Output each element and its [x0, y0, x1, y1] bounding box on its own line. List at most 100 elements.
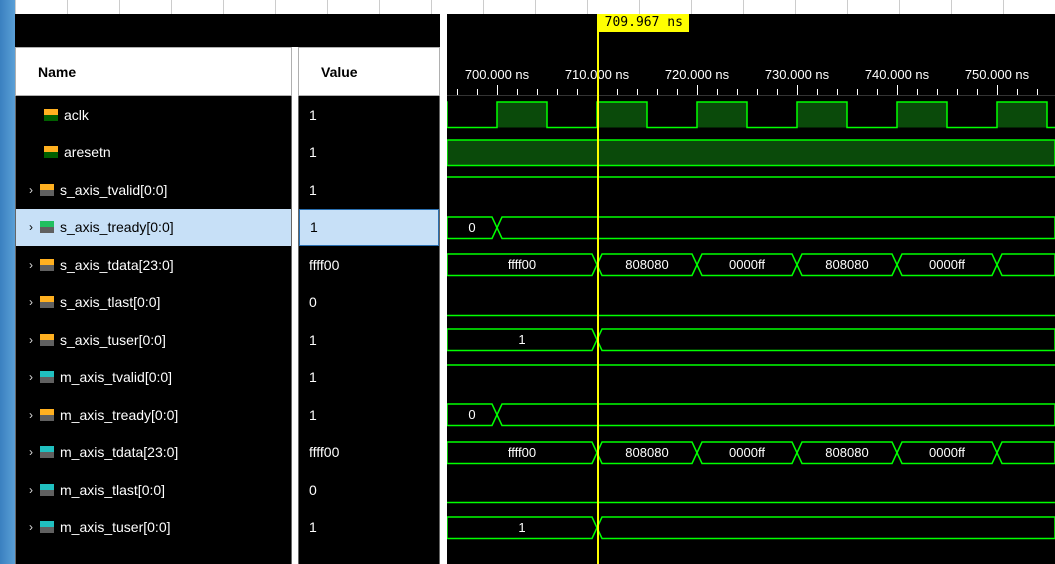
clock-icon: [44, 109, 58, 121]
expand-icon[interactable]: ›: [24, 483, 38, 497]
signal-row[interactable]: aresetn: [16, 134, 291, 172]
expand-icon[interactable]: ›: [24, 520, 38, 534]
signal-row[interactable]: › m_axis_tvalid[0:0]: [16, 359, 291, 397]
waveform-row[interactable]: [447, 171, 1055, 209]
signal-value-cell[interactable]: 1: [299, 96, 439, 134]
signal-name-label: m_axis_tuser[0:0]: [60, 519, 171, 535]
bus-cyan-icon: [40, 484, 54, 496]
signal-value-label: 1: [309, 107, 317, 123]
signal-name-label: aclk: [64, 107, 89, 123]
top-black-bar-left: [15, 14, 440, 47]
signal-name-label: m_axis_tvalid[0:0]: [60, 369, 172, 385]
expand-icon[interactable]: ›: [24, 295, 38, 309]
signal-value-label: 1: [310, 219, 318, 235]
time-cursor[interactable]: [597, 14, 599, 564]
column-header-name[interactable]: Name: [15, 47, 292, 96]
expand-icon[interactable]: ›: [24, 370, 38, 384]
signal-value-cell[interactable]: 1: [299, 359, 439, 397]
waveform-rows: 0ffff008080800000ff8080800000ff10ffff008…: [447, 96, 1055, 564]
column-splitter-2[interactable]: [440, 47, 447, 564]
bus-orange-icon: [40, 296, 54, 308]
ruler-tick-label: 750.000 ns: [965, 67, 1029, 82]
signal-value-cell[interactable]: 1: [299, 509, 439, 547]
waveform-row[interactable]: ffff008080800000ff8080800000ff: [447, 434, 1055, 472]
signal-name-label: s_axis_tdata[23:0]: [60, 257, 174, 273]
top-ruler-strip: [15, 0, 1055, 14]
signal-name-label: s_axis_tvalid[0:0]: [60, 182, 167, 198]
bus-cyan-icon: [40, 446, 54, 458]
column-header-value-label: Value: [321, 64, 358, 80]
svg-text:0000ff: 0000ff: [929, 257, 965, 272]
waveform-row[interactable]: 0: [447, 396, 1055, 434]
signal-value-label: 1: [309, 182, 317, 198]
waveform-row[interactable]: [447, 96, 1055, 134]
expand-icon[interactable]: ›: [24, 408, 38, 422]
svg-text:808080: 808080: [625, 445, 668, 460]
signal-value-label: 0: [309, 482, 317, 498]
time-cursor-label: 709.967 ns: [599, 14, 689, 32]
time-cursor-value: 709.967 ns: [605, 15, 683, 30]
signal-name-label: m_axis_tready[0:0]: [60, 407, 178, 423]
signal-row[interactable]: › s_axis_tvalid[0:0]: [16, 171, 291, 209]
waveform-row[interactable]: ffff008080800000ff8080800000ff: [447, 246, 1055, 284]
expand-icon[interactable]: ›: [24, 333, 38, 347]
signal-row[interactable]: › s_axis_tlast[0:0]: [16, 284, 291, 322]
signal-row[interactable]: › s_axis_tready[0:0]: [16, 209, 291, 247]
signal-name-label: m_axis_tlast[0:0]: [60, 482, 165, 498]
bus-orange-icon: [40, 259, 54, 271]
signal-value-cell[interactable]: 1: [299, 321, 439, 359]
signal-row[interactable]: › s_axis_tuser[0:0]: [16, 321, 291, 359]
svg-text:ffff00: ffff00: [508, 257, 536, 272]
svg-text:0: 0: [468, 407, 475, 422]
signal-value-cell[interactable]: 0: [299, 284, 439, 322]
waveform-row[interactable]: [447, 471, 1055, 509]
expand-icon[interactable]: ›: [24, 220, 38, 234]
signal-value-cell[interactable]: 1: [299, 134, 439, 172]
signal-value-cell[interactable]: ffff00: [299, 246, 439, 284]
signal-value-column: 1111ffff000111ffff0001: [298, 96, 440, 564]
signal-value-cell[interactable]: 0: [299, 471, 439, 509]
ruler-tick-label: 730.000 ns: [765, 67, 829, 82]
bus-orange-icon: [40, 184, 54, 196]
signal-value-cell[interactable]: 1: [299, 396, 439, 434]
signal-row[interactable]: › m_axis_tdata[23:0]: [16, 434, 291, 472]
waveform-row[interactable]: 1: [447, 509, 1055, 547]
bus-cyan-icon: [40, 521, 54, 533]
ruler-tick-label: 720.000 ns: [665, 67, 729, 82]
bus-orange-icon: [40, 334, 54, 346]
svg-text:0000ff: 0000ff: [929, 445, 965, 460]
signal-value-label: 1: [309, 144, 317, 160]
signal-row[interactable]: › s_axis_tdata[23:0]: [16, 246, 291, 284]
signal-value-cell[interactable]: ffff00: [299, 434, 439, 472]
signal-row[interactable]: › m_axis_tuser[0:0]: [16, 509, 291, 547]
signal-row[interactable]: aclk: [16, 96, 291, 134]
svg-text:1: 1: [518, 332, 525, 347]
signal-value-label: 0: [309, 294, 317, 310]
expand-icon[interactable]: ›: [24, 445, 38, 459]
svg-text:0000ff: 0000ff: [729, 257, 765, 272]
signal-row[interactable]: › m_axis_tlast[0:0]: [16, 471, 291, 509]
column-header-name-label: Name: [38, 64, 76, 80]
waveform-area[interactable]: 700.000 ns710.000 ns720.000 ns730.000 ns…: [447, 47, 1055, 564]
waveform-row[interactable]: 1: [447, 321, 1055, 359]
signal-row[interactable]: › m_axis_tready[0:0]: [16, 396, 291, 434]
expand-icon[interactable]: ›: [24, 183, 38, 197]
time-ruler[interactable]: 700.000 ns710.000 ns720.000 ns730.000 ns…: [447, 47, 1055, 96]
signal-value-cell[interactable]: 1: [299, 209, 439, 247]
waveform-row[interactable]: 0: [447, 209, 1055, 247]
signal-value-cell[interactable]: 1: [299, 171, 439, 209]
column-header-value[interactable]: Value: [298, 47, 440, 96]
expand-icon[interactable]: ›: [24, 258, 38, 272]
signal-name-label: s_axis_tuser[0:0]: [60, 332, 166, 348]
signal-value-label: 1: [309, 519, 317, 535]
waveform-row[interactable]: [447, 284, 1055, 322]
signal-name-label: s_axis_tlast[0:0]: [60, 294, 160, 310]
signal-name-label: s_axis_tready[0:0]: [60, 219, 174, 235]
left-gutter: [0, 0, 15, 564]
waveform-row[interactable]: [447, 359, 1055, 397]
signal-value-label: ffff00: [309, 257, 339, 273]
clock-icon: [44, 146, 58, 158]
signal-name-label: m_axis_tdata[23:0]: [60, 444, 178, 460]
waveform-row[interactable]: [447, 134, 1055, 172]
ruler-tick-label: 740.000 ns: [865, 67, 929, 82]
